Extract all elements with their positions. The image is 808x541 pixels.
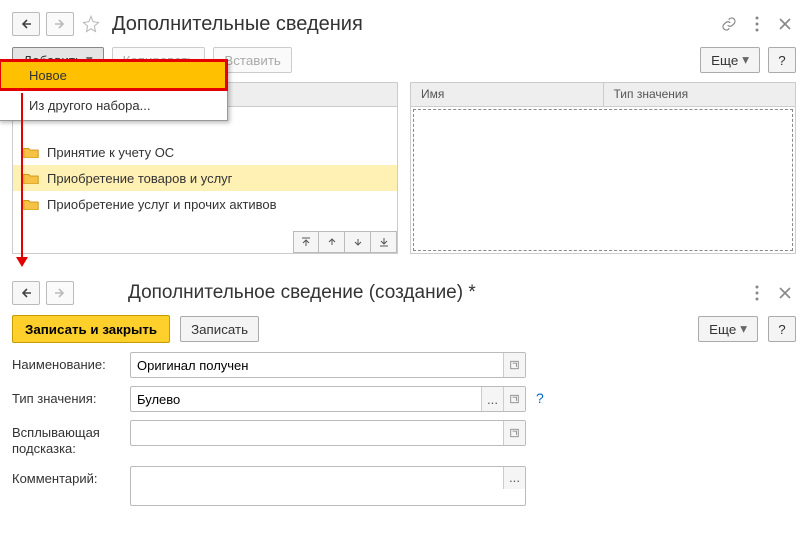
move-up-button[interactable] [319,231,345,253]
kebab-menu-icon[interactable] [746,13,768,35]
attributes-panel: Имя Тип значения [410,82,796,254]
save-close-button[interactable]: Записать и закрыть [12,315,170,343]
arrow-left-icon [20,287,32,299]
list-item[interactable]: Принятие к учету ОС [13,139,397,165]
save-label: Записать [191,322,248,337]
chevron-down-icon: ▾ [742,52,749,68]
type-help-link[interactable]: ? [536,386,544,406]
comment-select-button[interactable]: ... [503,467,525,489]
favorite-star-icon[interactable] [80,13,102,35]
sort-buttons [293,231,397,253]
tooltip-input[interactable] [130,420,526,446]
type-select-button[interactable]: ... [481,387,503,411]
folder-icon [23,146,39,159]
move-bottom-button[interactable] [371,231,397,253]
list-item-label: Принятие к учету ОС [47,145,174,160]
name-label: Наименование: [12,352,124,372]
move-down-button[interactable] [345,231,371,253]
form-help-button[interactable]: ? [768,316,796,342]
page-title: Дополнительные сведения [112,13,363,36]
form-nav-back-button[interactable] [12,281,40,305]
tooltip-label: Всплывающая подсказка: [12,420,124,458]
arrow-left-icon [20,18,32,30]
attributes-empty-area[interactable] [414,110,792,250]
column-headers: Имя Тип значения [411,83,795,107]
more-button-label: Еще [711,53,738,68]
move-top-button[interactable] [293,231,319,253]
save-button[interactable]: Записать [180,316,259,342]
dropdown-item-label: Из другого набора... [29,98,150,113]
close-icon[interactable] [774,13,796,35]
list-item-label: Приобретение услуг и прочих активов [47,197,277,212]
form-more-button[interactable]: Еще ▾ [698,316,758,342]
form-kebab-menu-icon[interactable] [746,282,768,304]
form-close-icon[interactable] [774,282,796,304]
chevron-down-icon: ▾ [740,321,747,337]
dropdown-item-label: Новое [29,68,67,83]
add-dropdown: Новое Из другого набора... [0,60,228,121]
dropdown-item-new[interactable]: Новое [0,60,227,90]
help-icon: ? [778,322,785,337]
folder-icon [23,172,39,185]
expand-icon[interactable] [503,353,525,377]
col-type-header[interactable]: Тип значения [604,83,796,106]
expand-icon[interactable] [503,387,525,411]
list-item-label: Приобретение товаров и услуг [47,171,232,186]
comment-label: Комментарий: [12,466,124,486]
help-button[interactable]: ? [768,47,796,73]
save-close-label: Записать и закрыть [25,322,157,337]
form-more-label: Еще [709,322,736,337]
name-input[interactable] [130,352,526,378]
type-label: Тип значения: [12,386,124,406]
paste-button-label: Вставить [224,53,281,68]
link-icon[interactable] [718,13,740,35]
folder-icon [23,198,39,211]
col-name-header[interactable]: Имя [411,83,604,106]
dropdown-item-from-other[interactable]: Из другого набора... [0,90,227,120]
form-title: Дополнительное сведение (создание) * [128,282,476,304]
more-button[interactable]: Еще ▾ [700,47,760,73]
form-nav-forward-button[interactable] [46,281,74,305]
list-item[interactable]: Приобретение товаров и услуг [13,165,397,191]
arrow-right-icon [54,287,66,299]
help-icon: ? [778,53,785,68]
list-item[interactable]: Приобретение услуг и прочих активов [13,191,397,217]
type-input[interactable] [130,386,526,412]
nav-forward-button[interactable] [46,12,74,36]
comment-input[interactable] [130,466,526,506]
arrow-right-icon [54,18,66,30]
expand-icon[interactable] [503,421,525,445]
nav-back-button[interactable] [12,12,40,36]
